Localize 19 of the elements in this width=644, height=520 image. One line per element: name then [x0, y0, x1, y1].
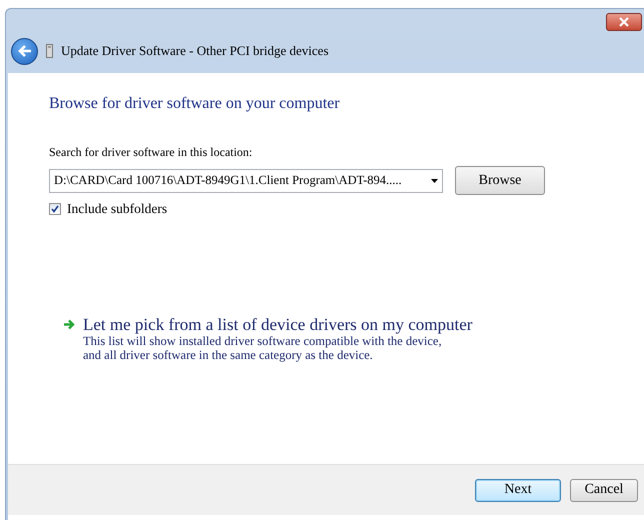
close-icon [618, 17, 630, 27]
caret-icon [431, 178, 438, 182]
close-button[interactable] [606, 13, 642, 31]
window-title: Update Driver Software - Other PCI bridge devices [61, 43, 328, 59]
option-link[interactable]: Let me pick from a list of device drivers on my computer [83, 315, 472, 334]
device-icon [46, 44, 53, 58]
checkbox[interactable] [49, 203, 61, 215]
option-description: This list will show installed driver software compatible with the device, and all driver software in the same category as the device. [83, 334, 443, 362]
field-label: Search for driver software in this location: [49, 145, 254, 160]
path-combo-field[interactable]: D:\CARD\Card 100716\ADT-8949G1\1.Client Program\ADT-894..... [49, 168, 443, 192]
back-arrow-icon [16, 44, 32, 58]
checkbox-label: Include subfolders [67, 201, 168, 217]
arrow-icon [63, 319, 75, 330]
next-button[interactable]: Next [475, 478, 561, 502]
back-button[interactable] [11, 38, 38, 64]
checkmark-icon [51, 205, 59, 213]
browse-button[interactable]: Browse [455, 166, 545, 195]
cancel-button[interactable]: Cancel [570, 478, 638, 502]
page-heading: Browse for driver software on your computer [49, 95, 341, 113]
